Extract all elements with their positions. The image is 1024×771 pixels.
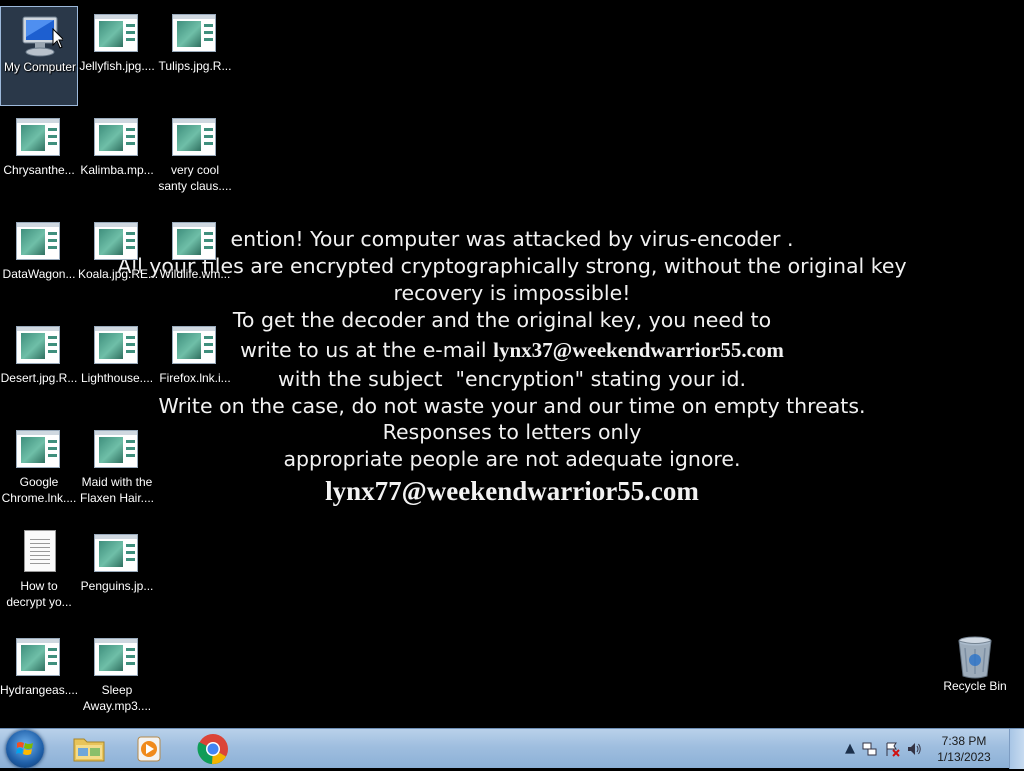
image-file-icon — [172, 14, 218, 56]
image-file-icon — [16, 326, 62, 368]
action-center-flag-icon[interactable] — [884, 741, 900, 757]
icon-label: very cool santy claus.... — [158, 163, 232, 193]
chrome-icon — [197, 734, 228, 765]
icon-label: Lighthouse.... — [80, 371, 154, 385]
folder-icon — [73, 738, 105, 762]
desktop-icon-wildlife[interactable]: Wildlife.wm... — [156, 214, 234, 314]
image-file-icon — [172, 326, 218, 368]
image-file-icon — [16, 638, 62, 680]
media-player-icon — [137, 736, 161, 762]
image-file-icon — [94, 222, 140, 264]
image-file-icon — [16, 222, 62, 264]
icon-label: Penguins.jp... — [80, 579, 154, 593]
taskbar-clock[interactable]: 7:38 PM 1/13/2023 — [932, 733, 996, 765]
system-tray: ▲ 7:38 PM 1/13/2023 — [834, 729, 1024, 769]
show-hidden-icons-arrow-icon[interactable]: ▲ — [842, 741, 858, 757]
image-file-icon — [94, 326, 140, 368]
icon-label: Sleep Away.mp3.... — [82, 683, 152, 713]
volume-icon[interactable] — [906, 741, 922, 757]
taskbar-explorer-button[interactable] — [64, 731, 114, 767]
image-file-icon — [16, 118, 62, 160]
desktop-icon-penguins[interactable]: Penguins.jp... — [78, 526, 156, 626]
icon-label: Maid with the Flaxen Hair.... — [79, 475, 155, 505]
taskbar-media-player-button[interactable] — [124, 731, 174, 767]
desktop-icon-hydrangeas[interactable]: Hydrangeas.... — [0, 630, 78, 730]
image-file-icon — [94, 118, 140, 160]
desktop-icon-kalimba[interactable]: Kalimba.mp... — [78, 110, 156, 210]
image-file-icon — [94, 14, 140, 56]
icon-label: Hydrangeas.... — [0, 683, 79, 697]
desktop[interactable]: ention! Your computer was attacked by vi… — [0, 0, 1024, 728]
ransom-line-5-prefix: write to us at the e-mail — [240, 338, 494, 362]
image-file-icon — [172, 222, 218, 264]
desktop-icon-lighthouse[interactable]: Lighthouse.... — [78, 318, 156, 418]
clock-time: 7:38 PM — [941, 734, 987, 748]
computer-icon — [17, 15, 66, 57]
desktop-icon-tulips[interactable]: Tulips.jpg.R... — [156, 6, 234, 106]
image-file-icon — [94, 430, 140, 472]
desktop-icon-my-computer[interactable]: My Computer — [0, 6, 78, 106]
desktop-icon-datawagon[interactable]: DataWagon... — [0, 214, 78, 314]
desktop-icon-firefox-lnk[interactable]: Firefox.lnk.i... — [156, 318, 234, 418]
desktop-icon-how-to-decrypt[interactable]: How to decrypt yo... — [0, 526, 78, 626]
taskbar-chrome-button[interactable] — [188, 731, 238, 767]
icon-label: Desert.jpg.R... — [0, 371, 78, 385]
desktop-icon-recycle-bin[interactable]: Recycle Bin — [936, 626, 1014, 726]
desktop-icon-chrysanthemum[interactable]: Chrysanthe... — [0, 110, 78, 210]
desktop-icon-santy-claus[interactable]: very cool santy claus.... — [156, 110, 234, 210]
text-document-icon — [16, 530, 62, 576]
windows-logo-icon — [16, 742, 33, 755]
icon-label: Chrysanthe... — [3, 163, 75, 177]
icon-label: Recycle Bin — [943, 679, 1007, 693]
image-file-icon — [94, 534, 140, 576]
icon-label: Koala.jpg.RE... — [78, 267, 159, 281]
icon-label: Tulips.jpg.R... — [158, 59, 232, 73]
icon-label: How to decrypt yo... — [6, 579, 72, 609]
taskbar: ▲ 7:38 PM 1/13/2023 — [0, 728, 1024, 769]
icon-label: Jellyfish.jpg.... — [79, 59, 155, 73]
desktop-icon-koala[interactable]: Koala.jpg.RE... — [78, 214, 159, 314]
icon-label: Firefox.lnk.i... — [159, 371, 231, 385]
desktop-icon-google-chrome-lnk[interactable]: Google Chrome.lnk.... — [0, 422, 78, 522]
icon-label: Wildlife.wm... — [159, 267, 231, 281]
desktop-icon-sleep-away[interactable]: Sleep Away.mp3.... — [78, 630, 156, 730]
icon-label: DataWagon... — [2, 267, 76, 281]
recycle-bin-icon — [952, 634, 998, 679]
icon-label: Kalimba.mp... — [80, 163, 154, 177]
image-file-icon — [172, 118, 218, 160]
ransom-email-1: lynx37@weekendwarrior55.com — [493, 338, 784, 362]
icon-label: My Computer — [3, 60, 77, 74]
desktop-icon-desert[interactable]: Desert.jpg.R... — [0, 318, 78, 418]
icon-label: Google Chrome.lnk.... — [1, 475, 77, 505]
image-file-icon — [94, 638, 140, 680]
desktop-icon-maid-flaxen-hair[interactable]: Maid with the Flaxen Hair.... — [78, 422, 156, 522]
start-button[interactable] — [6, 730, 44, 768]
network-icon[interactable] — [862, 741, 878, 757]
image-file-icon — [16, 430, 62, 472]
desktop-icon-jellyfish[interactable]: Jellyfish.jpg.... — [78, 6, 156, 106]
clock-date: 1/13/2023 — [937, 750, 991, 764]
show-desktop-button[interactable] — [1009, 729, 1024, 769]
